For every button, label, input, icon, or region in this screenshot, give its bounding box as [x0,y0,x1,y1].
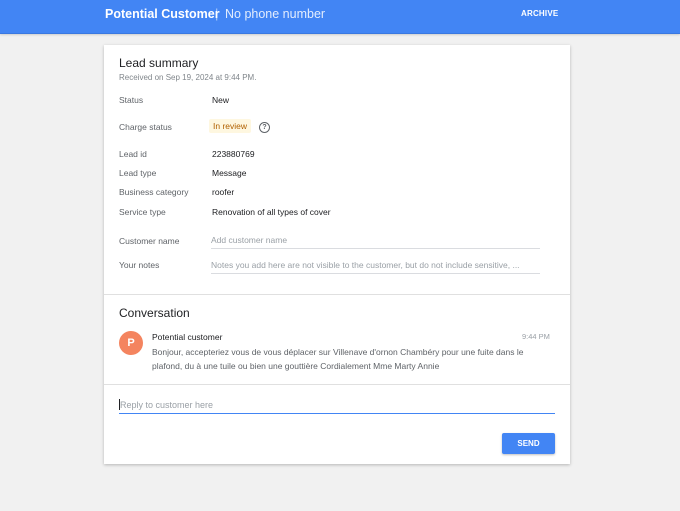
message-body: Bonjour, accepteriez vous de vous déplac… [152,347,524,371]
help-icon[interactable]: ? [259,122,270,133]
lead-id-value: 223880769 [212,149,255,159]
business-category-value: roofer [212,187,235,197]
service-type-label: Service type [119,207,166,217]
lead-type-label: Lead type [119,168,157,178]
reply-placeholder: Reply to customer here [120,400,214,410]
message-sender: Potential customer [152,332,223,342]
top-app-bar: Potential Customer | No phone number ARC… [0,0,680,34]
status-value: New [212,95,230,105]
charge-status-badge: In review [209,119,252,133]
page-title: Potential Customer [105,7,220,21]
lead-card: Lead summary Received on Sep 19, 2024 at… [104,45,570,464]
lead-summary-title: Lead summary [119,56,199,70]
status-label: Status [119,95,144,105]
title-separator: | [215,6,219,21]
reply-divider [104,384,570,385]
send-button[interactable]: SEND [502,433,555,454]
archive-button[interactable]: ARCHIVE [521,9,558,18]
message-time: 9:44 PM [522,332,550,341]
lead-type-value: Message [212,168,247,178]
business-category-label: Business category [119,187,189,197]
notes-label: Your notes [119,260,160,270]
customer-name-label: Customer name [119,236,180,246]
customer-name-input[interactable]: Add customer name [211,234,540,249]
reply-input[interactable]: Reply to customer here [119,398,555,414]
notes-input[interactable]: Notes you add here are not visible to th… [211,259,540,274]
conversation-title: Conversation [119,306,190,320]
service-type-value: Renovation of all types of cover [212,207,331,217]
received-date: Received on Sep 19, 2024 at 9:44 PM. [119,73,257,82]
lead-id-label: Lead id [119,149,147,159]
charge-status-label: Charge status [119,122,172,132]
phone-number: No phone number [225,7,326,21]
avatar: P [119,331,143,355]
section-divider [104,294,570,295]
